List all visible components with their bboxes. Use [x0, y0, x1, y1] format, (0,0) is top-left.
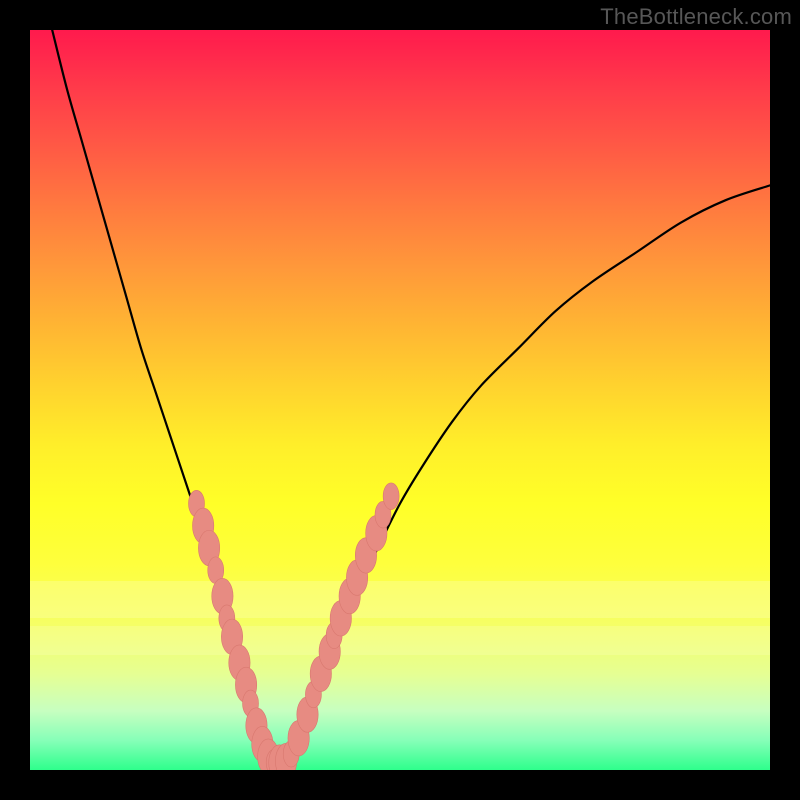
plot-area [30, 30, 770, 770]
curve-layer [30, 30, 770, 770]
curve-marker [383, 483, 399, 510]
chart-frame: TheBottleneck.com [0, 0, 800, 800]
watermark-text: TheBottleneck.com [600, 4, 792, 30]
bottleneck-curve [52, 30, 770, 770]
curve-markers [189, 483, 400, 770]
